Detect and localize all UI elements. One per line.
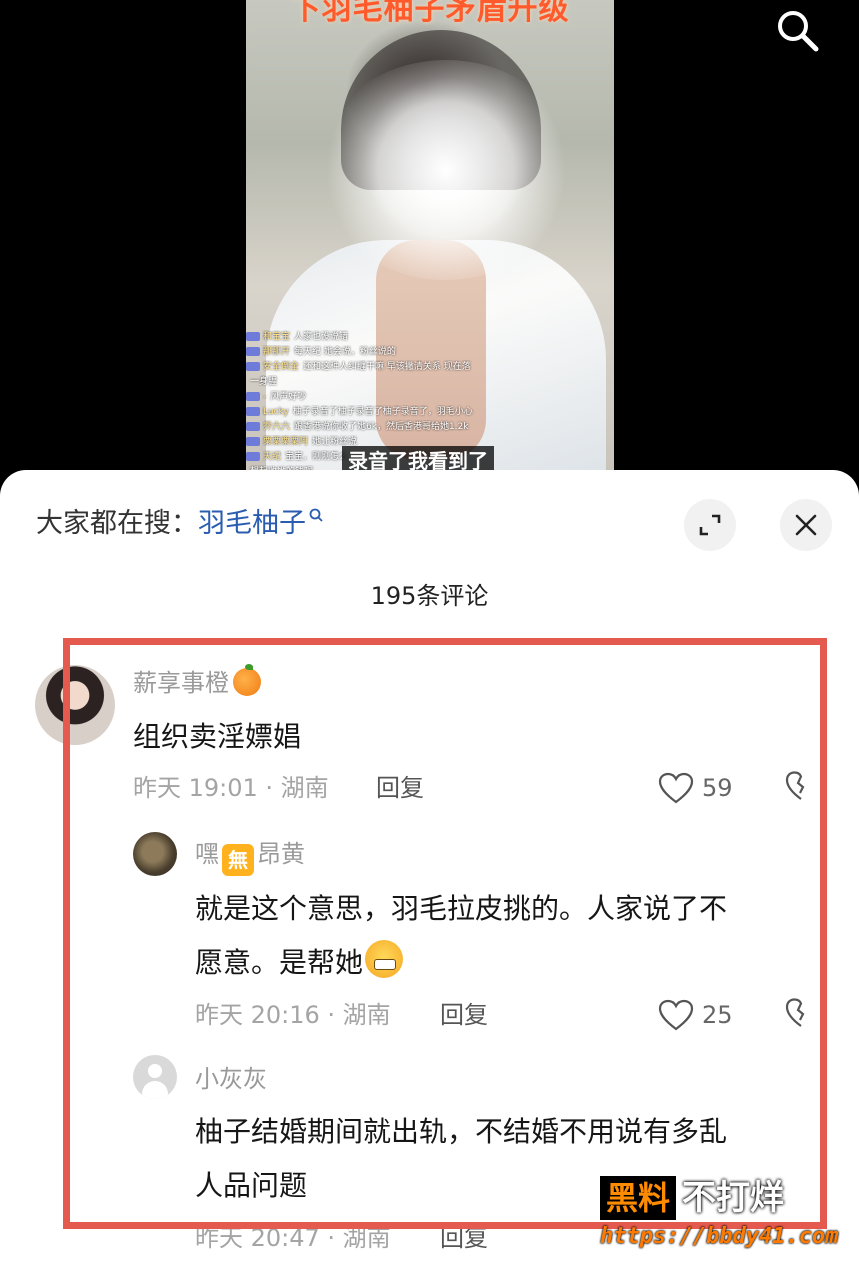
live-comment: Lucky 柚子录音了柚子录音了柚子录音了，羽毛小心 [246,405,516,420]
live-comment: 和宝宝 人家也没说错 [246,330,516,345]
reply-button[interactable]: 回复 [376,771,424,805]
video-title-overlay: 下羽毛柚子矛盾升级 [290,0,570,27]
comment-text-line-2: 人品问题 [195,1169,308,1202]
level-badge-icon [246,362,260,371]
comments-sheet: 大家都在搜：羽毛柚子 195条评论 薪享事橙 组织卖淫嫖娼 昨天 19:01 ·… [0,470,859,1280]
search-button[interactable] [772,5,822,55]
comment-text: 组织卖淫嫖娼 [133,720,302,753]
comment-text-line-1: 柚子结婚期间就出轨，不结婚不用说有多乱 [195,1115,728,1148]
trending-search-keyword[interactable]: 羽毛柚子 [198,508,306,539]
comment-text-line-1: 就是这个意思，羽毛拉皮挑的。人家说了不 [195,892,728,925]
level-badge-icon [246,347,260,356]
watermark-url: https://bbdy41.com [600,1224,839,1249]
close-button[interactable] [780,499,832,551]
comment-time-location: 昨天 20:16 · 湖南 [195,1001,391,1029]
watermark-brand: 黑料 不打烊 [600,1176,784,1220]
comment-time-location: 昨天 20:47 · 湖南 [195,1224,391,1252]
expand-icon [699,514,721,536]
avatar[interactable] [133,1055,177,1099]
broken-heart-icon [785,771,805,800]
live-comment: 一身腥 [250,377,278,387]
broken-heart-icon [785,998,805,1027]
level-badge-icon [246,392,260,401]
user-badge: 無 [222,844,254,876]
like-button[interactable]: 59 [658,770,733,806]
like-count: 59 [702,774,733,802]
dislike-button[interactable] [785,770,817,806]
watermark-brand-rest: 不打烊 [682,1178,785,1218]
watermark-brand-highlight: 黑料 [606,1179,671,1217]
live-comment: 那那开 每天纪 她会说，粉丝说的 [246,345,516,360]
level-badge-icon [246,422,260,431]
trending-search-prefix: 大家都在搜： [36,508,198,539]
comment-text-line-2: 愿意。是帮她 [195,936,404,990]
close-icon [795,514,817,536]
live-comment: 安全倒全 还和这种人纠缠干嘛 早该撇清关系 现在落 [246,360,516,375]
comment-username[interactable]: 薪享事橙 [133,664,261,699]
live-comment: 乔六六 跟香港说你收了她6k，然后香港哥给她1.2k [246,420,516,435]
grin-sweat-emoji-icon [365,940,404,978]
comment-username[interactable]: 嘿無昂黄 [195,838,305,876]
comment-count: 195条评论 [370,582,489,610]
default-avatar-icon [148,1064,162,1078]
comment-item: 薪享事橙 组织卖淫嫖娼 昨天 19:01 · 湖南 回复 59 [0,664,859,825]
reply-item: 嘿無昂黄 就是这个意思，羽毛拉皮挑的。人家说了不 愿意。是帮她 昨天 20:16… [0,832,859,1042]
avatar[interactable] [35,665,115,745]
video-player[interactable]: 下羽毛柚子矛盾升级 和宝宝 人家也没说错 那那开 每天纪 她会说，粉丝说的 安全倒全… [0,0,859,500]
comment-time-location: 昨天 19:01 · 湖南 [133,774,329,802]
video-frame[interactable]: 下羽毛柚子矛盾升级 和宝宝 人家也没说错 那那开 每天纪 她会说，粉丝说的 安全倒全… [246,0,614,475]
search-icon [778,11,819,52]
heart-icon [658,772,694,804]
like-count: 25 [702,1001,733,1029]
avatar[interactable] [133,832,177,876]
orange-emoji-icon [233,664,261,696]
level-badge-icon [246,407,260,416]
level-badge-icon [246,437,260,446]
small-search-icon [309,508,323,522]
expand-button[interactable] [684,499,736,551]
level-badge-icon [246,332,260,341]
live-comment: - 风声好吵 [246,390,516,405]
watermark: 黑料 不打烊 https://bbdy41.com [600,1176,850,1266]
comment-username[interactable]: 小灰灰 [195,1063,267,1095]
level-badge-icon [246,452,260,461]
dislike-button[interactable] [785,997,817,1033]
like-button[interactable]: 25 [658,997,733,1033]
video-scene-glare [316,60,576,280]
trending-search[interactable]: 大家都在搜：羽毛柚子 [36,506,324,542]
reply-button[interactable]: 回复 [440,1221,488,1255]
reply-button[interactable]: 回复 [440,998,488,1032]
heart-icon [658,999,694,1031]
